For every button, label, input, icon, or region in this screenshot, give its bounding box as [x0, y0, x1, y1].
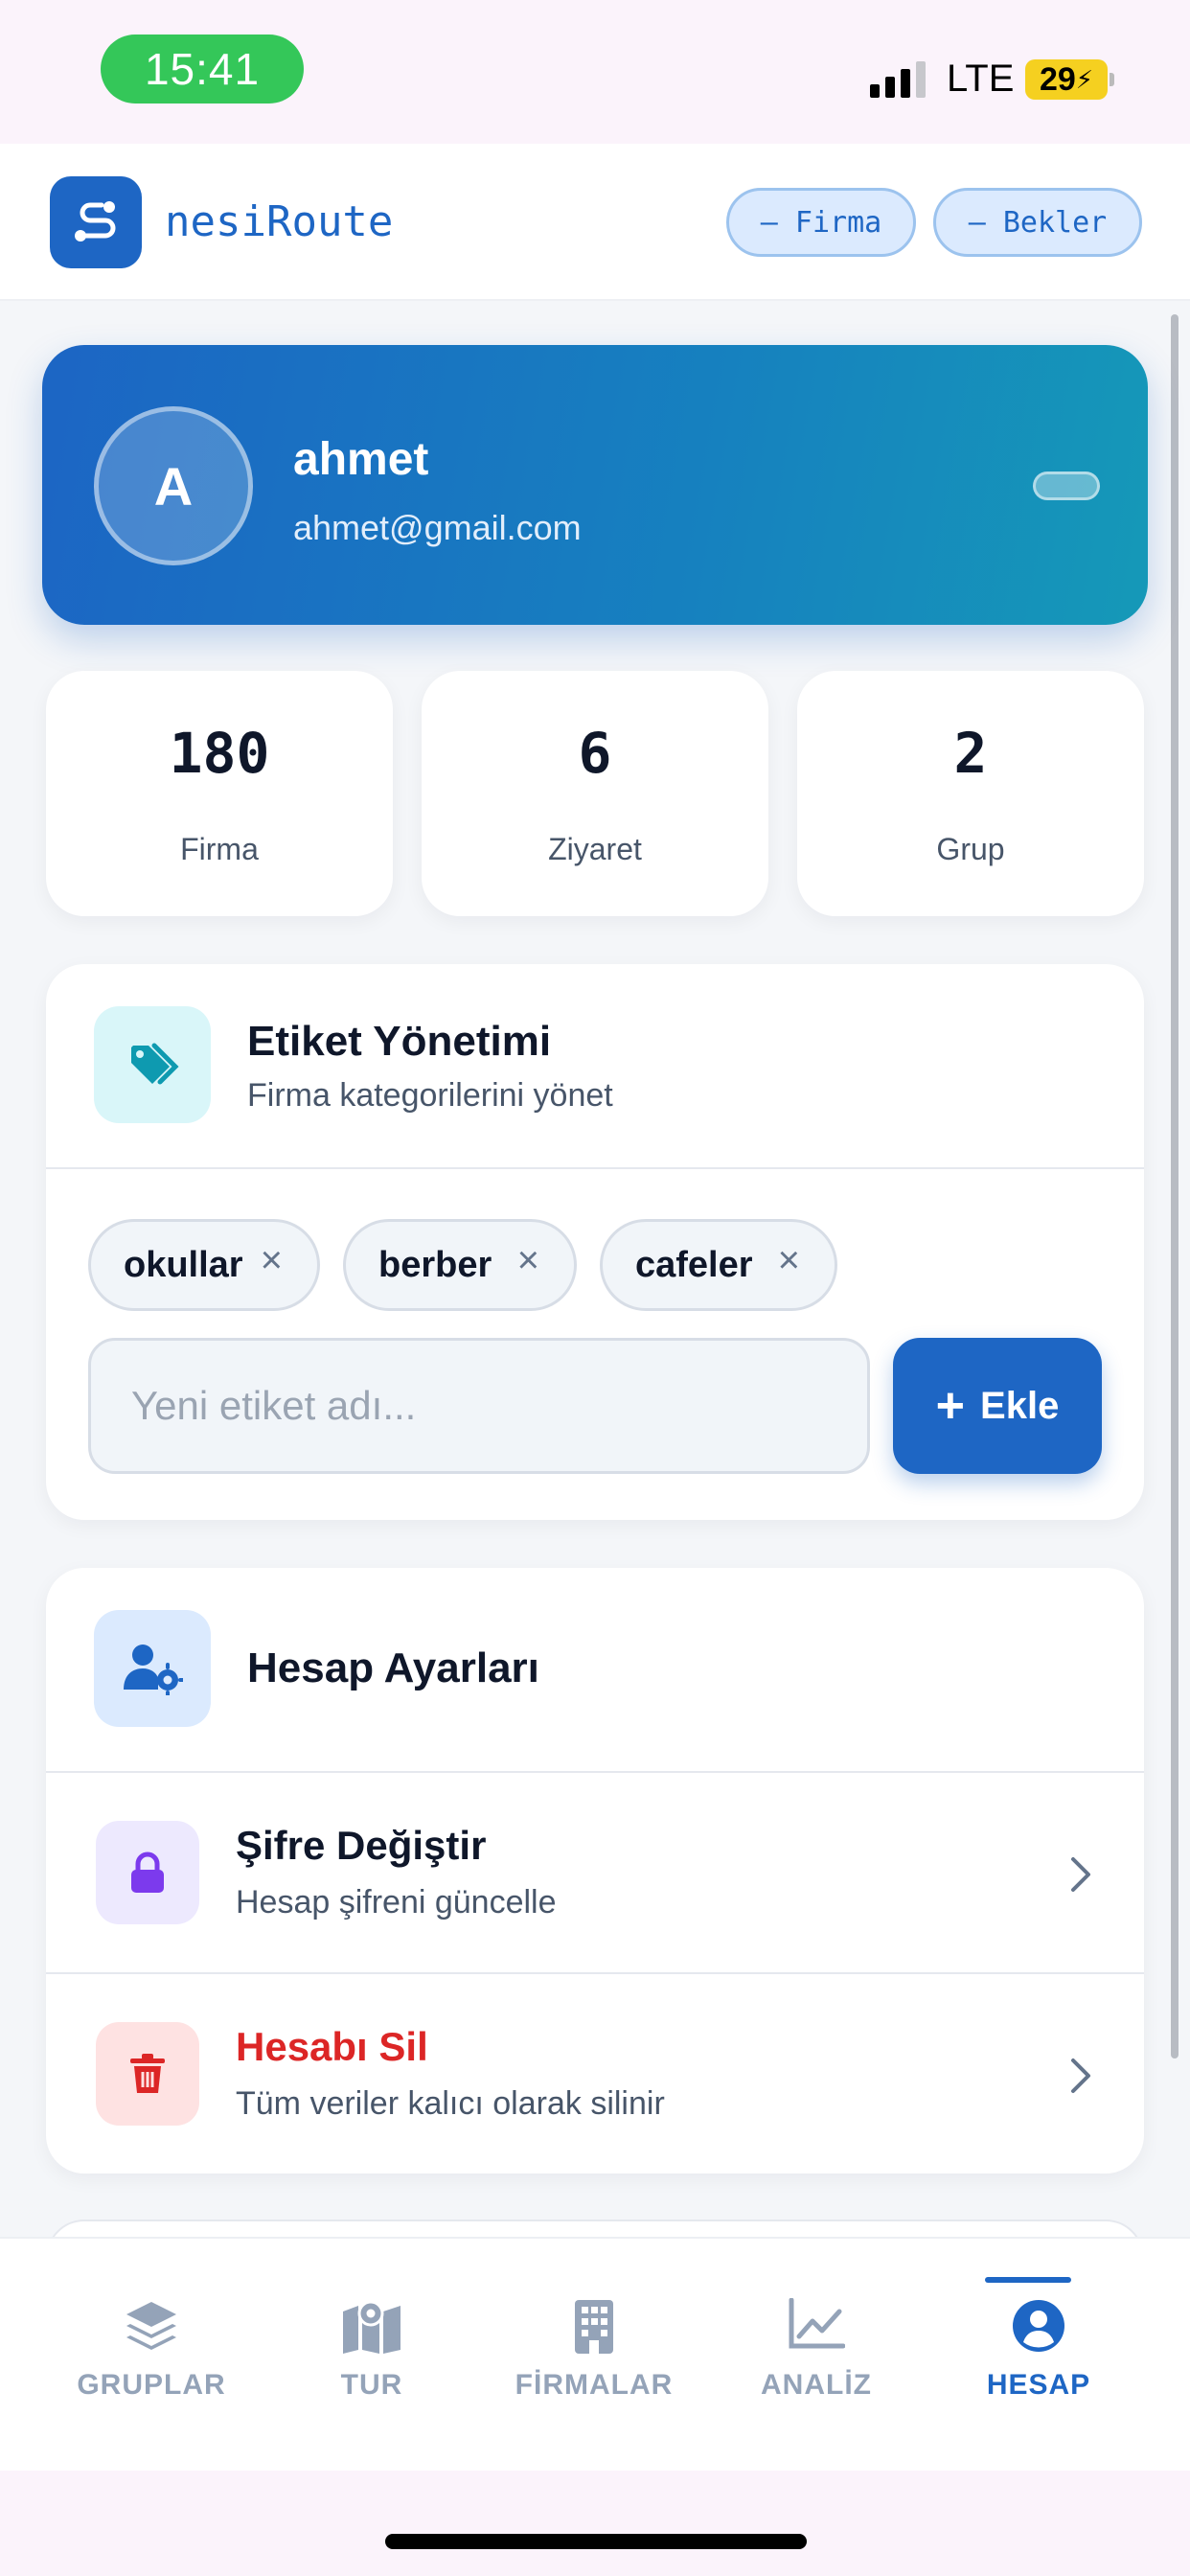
- stat-card-ziyaret: 6 Ziyaret: [422, 671, 768, 916]
- tag-card-subtitle: Firma kategorilerini yönet: [247, 1077, 613, 1114]
- remove-tag-icon[interactable]: ×: [778, 1239, 800, 1282]
- avatar[interactable]: A: [94, 406, 253, 565]
- tag-chip-okullar: okullar ×: [88, 1219, 320, 1311]
- account-settings-card: Hesap Ayarları Şifre Değiştir Hesap şifr…: [46, 1568, 1144, 2174]
- app-title: nesiRoute: [165, 197, 394, 246]
- tag-chip-berber: berber ×: [343, 1219, 577, 1311]
- tag-management-card: Etiket Yönetimi Firma kategorilerini yön…: [46, 964, 1144, 1520]
- stat-card-grup: 2 Grup: [797, 671, 1144, 916]
- nav-label: GRUPLAR: [77, 2369, 226, 2401]
- account-card-title: Hesap Ayarları: [247, 1644, 539, 1691]
- tag-chip-cafeler: cafeler ×: [600, 1219, 837, 1311]
- delete-account-row[interactable]: Hesabı Sil Tüm veriler kalıcı olarak sil…: [46, 1974, 1144, 2174]
- network-label: LTE: [947, 58, 1015, 100]
- change-password-row[interactable]: Şifre Değiştir Hesap şifreni güncelle: [46, 1773, 1144, 1972]
- home-area: [0, 2471, 1190, 2576]
- change-password-subtitle: Hesap şifreni güncelle: [236, 1884, 557, 1920]
- plus-icon: +: [935, 1378, 966, 1434]
- nav-label: HESAP: [986, 2369, 1091, 2401]
- add-tag-label: Ekle: [980, 1384, 1060, 1427]
- change-password-title: Şifre Değiştir: [236, 1823, 487, 1868]
- user-circle-icon: [927, 2298, 1150, 2359]
- layers-icon: [40, 2298, 263, 2359]
- tag-chip-label: okullar: [124, 1244, 243, 1285]
- status-bar: 15:41 LTE 29 ⚡: [0, 0, 1190, 144]
- nav-item-gruplar[interactable]: GRUPLAR: [40, 2239, 263, 2472]
- stat-value: 6: [578, 721, 612, 786]
- building-icon: [483, 2298, 705, 2359]
- delete-account-title: Hesabı Sil: [236, 2024, 428, 2069]
- nav-label: FİRMALAR: [515, 2369, 674, 2401]
- add-tag-button[interactable]: + Ekle: [893, 1338, 1102, 1474]
- chart-line-icon: [705, 2298, 927, 2359]
- route-logo-icon: [50, 176, 142, 268]
- stat-label: Firma: [180, 832, 259, 866]
- active-tab-indicator: [985, 2277, 1071, 2283]
- trash-icon: [96, 2022, 199, 2126]
- tag-chip-label: cafeler: [635, 1244, 753, 1285]
- app-header: nesiRoute – Firma – Bekler: [0, 144, 1190, 301]
- battery-icon: 29 ⚡: [1025, 59, 1108, 100]
- tag-chip-label: berber: [378, 1244, 492, 1285]
- stat-label: Ziyaret: [548, 832, 642, 866]
- tag-icon: [94, 1006, 211, 1123]
- tag-card-title: Etiket Yönetimi: [247, 1018, 552, 1065]
- bekler-filter-pill[interactable]: – Bekler: [933, 188, 1142, 257]
- nav-item-hesap[interactable]: HESAP: [927, 2239, 1150, 2472]
- status-time: 15:41: [101, 34, 304, 104]
- chevron-right-icon: [1071, 2058, 1090, 2093]
- profile-name: ahmet: [293, 434, 429, 485]
- map-pin-icon: [261, 2298, 483, 2359]
- home-indicator[interactable]: [385, 2534, 807, 2549]
- stat-value: 2: [953, 721, 988, 786]
- firma-filter-pill[interactable]: – Firma: [726, 188, 916, 257]
- divider: [46, 1167, 1144, 1169]
- battery-level: 29: [1039, 60, 1076, 98]
- stat-label: Grup: [936, 832, 1005, 866]
- stat-card-firma: 180 Firma: [46, 671, 393, 916]
- profile-toggle[interactable]: [1033, 472, 1100, 500]
- nav-item-analiz[interactable]: ANALİZ: [705, 2239, 927, 2472]
- chevron-right-icon: [1071, 1857, 1090, 1892]
- battery-tip: [1110, 73, 1114, 86]
- nav-label: TUR: [340, 2369, 403, 2401]
- lock-icon: [96, 1821, 199, 1924]
- remove-tag-icon[interactable]: ×: [261, 1239, 283, 1282]
- bottom-nav: GRUPLAR TUR FİRMALAR ANALİZ HESAP: [0, 2237, 1190, 2471]
- profile-card: A ahmet ahmet@gmail.com: [42, 345, 1148, 625]
- user-settings-icon: [94, 1610, 211, 1727]
- new-tag-input[interactable]: Yeni etiket adı...: [88, 1338, 870, 1474]
- scrollbar[interactable]: [1171, 314, 1179, 2058]
- nav-item-firmalar[interactable]: FİRMALAR: [483, 2239, 705, 2472]
- stat-value: 180: [169, 721, 270, 786]
- signal-icon: [870, 59, 926, 98]
- profile-email: ahmet@gmail.com: [293, 508, 582, 547]
- nav-label: ANALİZ: [761, 2369, 872, 2401]
- nav-item-tur[interactable]: TUR: [261, 2239, 483, 2472]
- delete-account-subtitle: Tüm veriler kalıcı olarak silinir: [236, 2085, 665, 2122]
- remove-tag-icon[interactable]: ×: [517, 1239, 539, 1282]
